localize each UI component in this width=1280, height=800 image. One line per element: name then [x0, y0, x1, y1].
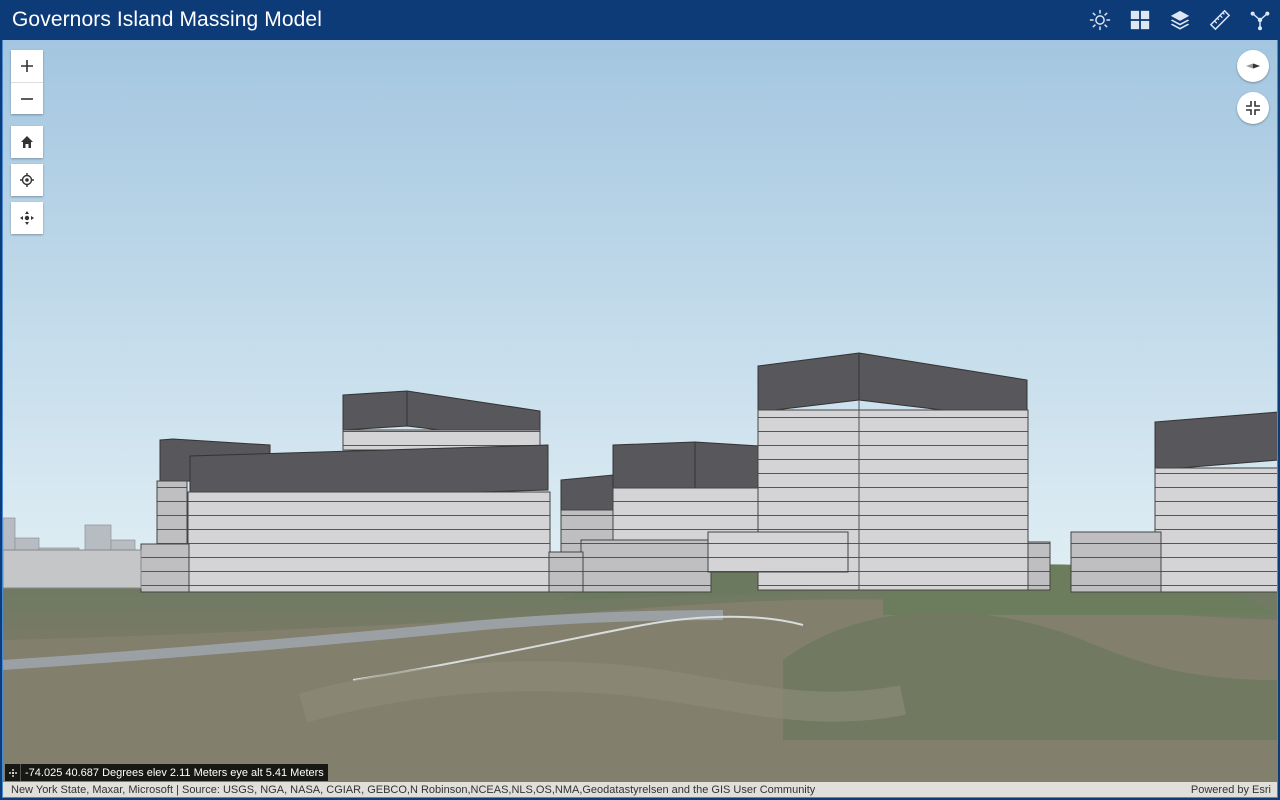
navigation-toggle-control	[11, 202, 43, 234]
navigation-toggle-button[interactable]	[11, 202, 43, 234]
attribution-sources[interactable]: New York State, Maxar, Microsoft | Sourc…	[11, 784, 815, 796]
locate-icon	[20, 173, 34, 187]
share-button[interactable]	[1240, 0, 1280, 40]
app-title: Governors Island Massing Model	[12, 8, 322, 31]
attribution-bar: New York State, Maxar, Microsoft | Sourc…	[3, 782, 1277, 797]
pan-rotate-icon	[20, 211, 34, 225]
daylight-button[interactable]	[1080, 0, 1120, 40]
expand-icon	[8, 768, 17, 777]
share-icon	[1250, 11, 1270, 31]
zoom-in-button[interactable]	[11, 50, 43, 82]
measure-button[interactable]	[1200, 0, 1240, 40]
app-header: Governors Island Massing Model	[0, 0, 1280, 40]
locate-button[interactable]	[11, 164, 43, 196]
layer-list-button[interactable]	[1160, 0, 1200, 40]
zoom-out-button[interactable]	[11, 82, 43, 114]
coordinate-expand-button[interactable]	[5, 764, 21, 781]
basemap-gallery-icon	[1130, 10, 1150, 30]
scene-canvas[interactable]	[3, 40, 1278, 798]
zoom-controls	[11, 50, 43, 114]
sun-icon	[1089, 9, 1111, 31]
building-low-left[interactable]	[3, 543, 190, 593]
layers-icon	[1170, 10, 1190, 30]
coordinate-readout: -74.025 40.687 Degrees elev 2.11 Meters …	[25, 766, 324, 779]
locate-control	[11, 164, 43, 196]
measure-icon	[1209, 9, 1231, 31]
basemap-gallery-button[interactable]	[1120, 0, 1160, 40]
building-c[interactable]	[187, 444, 551, 593]
home-button[interactable]	[11, 126, 43, 158]
home-control	[11, 126, 43, 158]
coordinate-conversion: -74.025 40.687 Degrees elev 2.11 Meters …	[5, 764, 328, 781]
compass-button[interactable]	[1237, 50, 1269, 82]
exit-fullscreen-button[interactable]	[1237, 92, 1269, 124]
powered-by-esri[interactable]: Powered by Esri	[1191, 784, 1271, 796]
exit-fullscreen-icon	[1246, 101, 1260, 115]
plus-icon	[21, 60, 33, 72]
building-f[interactable]	[707, 352, 1051, 591]
scene-view[interactable]: -74.025 40.687 Degrees elev 2.11 Meters …	[2, 40, 1278, 798]
header-toolbar	[1080, 0, 1280, 40]
home-icon	[21, 136, 33, 148]
minus-icon	[21, 97, 33, 100]
compass-icon	[1246, 63, 1260, 69]
